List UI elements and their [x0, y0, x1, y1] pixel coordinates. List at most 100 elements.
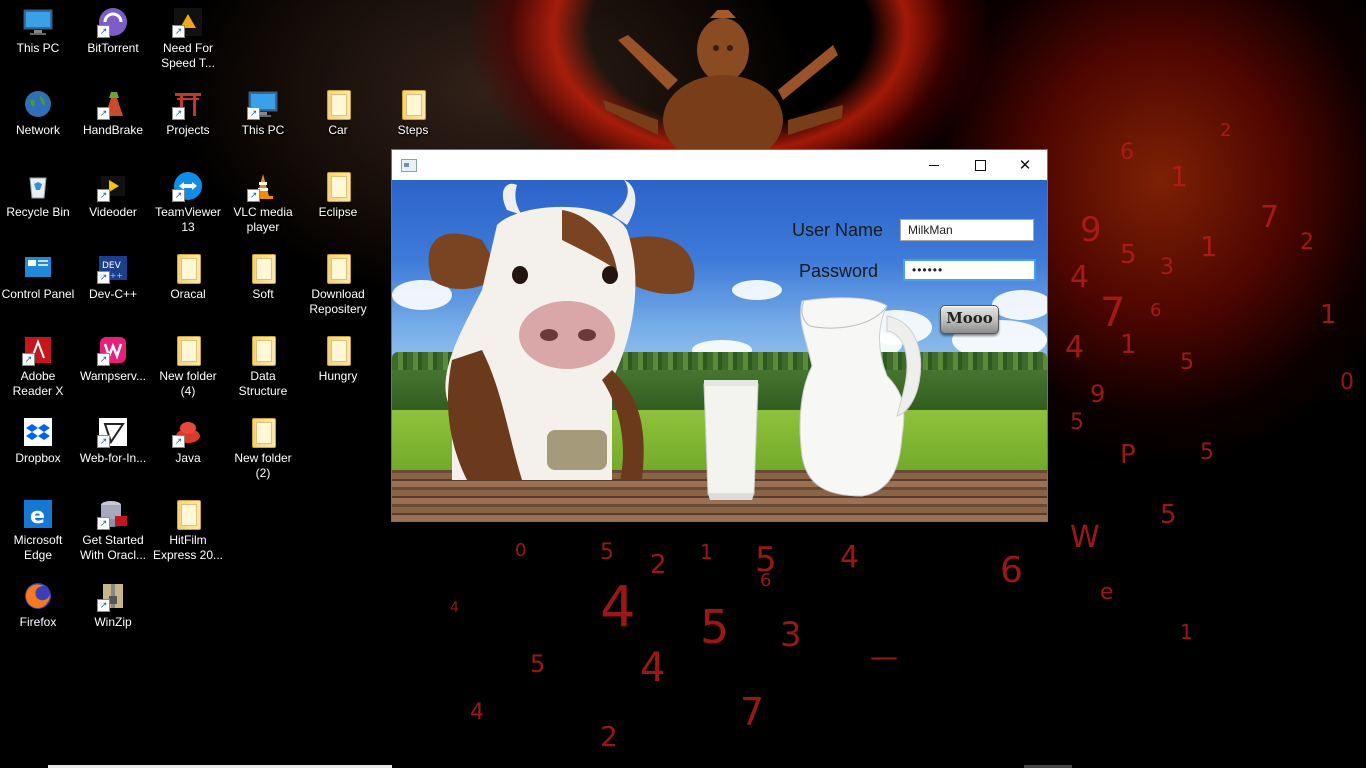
desktop-icon-label: New folder (2)	[234, 451, 292, 480]
desktop-icon[interactable]: Soft	[225, 246, 301, 302]
desktop-icon[interactable]: Control Panel	[0, 246, 76, 302]
desktop-icon[interactable]: ↗ This PC	[225, 82, 301, 138]
desktop-icon[interactable]: ↗ Java	[150, 410, 226, 466]
desktop-icon[interactable]: ↗ WinZip	[75, 574, 151, 630]
minimize-button[interactable]	[911, 150, 957, 180]
desktop-icon[interactable]: DEV C++ ↗ Dev-C++	[75, 246, 151, 302]
username-input[interactable]: MilkMan	[900, 219, 1034, 241]
folder-icon	[397, 88, 429, 120]
handbrake-icon: ↗	[97, 88, 129, 120]
shortcut-arrow-icon: ↗	[22, 353, 35, 366]
wampserver-icon: ↗	[97, 334, 129, 366]
close-icon: ✕	[1018, 156, 1032, 174]
monitor-icon: ↗	[247, 88, 279, 120]
torii-icon: ↗	[172, 88, 204, 120]
desktop-icon[interactable]: ↗ Projects	[150, 82, 226, 138]
folder-icon	[247, 252, 279, 284]
desktop-icon-label: Need For Speed T...	[161, 41, 215, 70]
shortcut-arrow-icon: ↗	[247, 107, 260, 120]
shortcut-arrow-icon: ↗	[97, 435, 110, 448]
winzip-icon: ↗	[97, 580, 129, 612]
desktop-icon[interactable]: Oracal	[150, 246, 226, 302]
desktop-icon-label: TeamViewer 13	[155, 205, 221, 234]
shortcut-arrow-icon: ↗	[172, 189, 185, 202]
desktop-icon[interactable]: This PC	[0, 0, 76, 56]
desktop-icon-label: Eclipse	[318, 205, 358, 219]
login-window: ✕ User Name MilkMan Password •••••• Mooo	[391, 149, 1048, 522]
desktop-icon-label: Steps	[397, 123, 429, 137]
desktop-icon-label: Control Panel	[1, 287, 75, 301]
cow-image	[428, 180, 695, 480]
web-app-icon: ↗	[97, 416, 129, 448]
shortcut-arrow-icon: ↗	[97, 107, 110, 120]
desktop-icon[interactable]: ↗ Videoder	[75, 164, 151, 220]
adobe-reader-icon: ↗	[22, 334, 54, 366]
folder-icon	[322, 170, 354, 202]
java-icon: ↗	[172, 416, 204, 448]
desktop-icon[interactable]: HitFilm Express 20...	[150, 492, 226, 563]
login-panel: User Name MilkMan Password •••••• Mooo	[392, 180, 1047, 521]
shortcut-arrow-icon: ↗	[97, 189, 110, 202]
desktop-icon-label: Soft	[252, 287, 274, 301]
folder-icon	[322, 252, 354, 284]
desktop-icon[interactable]: ↗ Wampserv...	[75, 328, 151, 384]
desktop-icon-label: Network	[15, 123, 60, 137]
desktop-icon-label: This PC	[241, 123, 285, 137]
maximize-button[interactable]	[957, 150, 1003, 180]
desktop-icon-label: Data Structure	[238, 369, 288, 398]
game-icon: ↗	[172, 6, 204, 38]
folder-icon	[322, 334, 354, 366]
desktop-icon[interactable]: ↗ BitTorrent	[75, 0, 151, 56]
desktop-icon-label: Oracal	[170, 287, 206, 301]
folder-icon	[247, 334, 279, 366]
desktop-icon[interactable]: e Microsoft Edge	[0, 492, 76, 563]
svg-text:e: e	[30, 504, 45, 529]
desktop-icon[interactable]: ↗ TeamViewer 13	[150, 164, 226, 235]
folder-icon	[172, 252, 204, 284]
desktop-icon[interactable]: ↗ Adobe Reader X	[0, 328, 76, 399]
videoder-icon: ↗	[97, 170, 129, 202]
teamviewer-icon: ↗	[172, 170, 204, 202]
desktop-icon-label: Firefox	[19, 615, 57, 629]
desktop-icon[interactable]: Car	[300, 82, 376, 138]
desktop-icon-label: Hungry	[318, 369, 358, 383]
desktop-icon[interactable]: ↗ Need For Speed T...	[150, 0, 226, 71]
desktop-icon-label: Dev-C++	[88, 287, 138, 301]
desktop-icon[interactable]: Steps	[375, 82, 451, 138]
desktop-icon-label: HandBrake	[82, 123, 144, 137]
desktop-icon-label: HitFilm Express 20...	[152, 533, 224, 562]
folder-icon	[172, 334, 204, 366]
recycle-bin-icon	[22, 170, 54, 202]
desktop-icon[interactable]: ↗ VLC media player	[225, 164, 301, 235]
username-label: User Name	[792, 220, 884, 240]
desktop-icon[interactable]: Hungry	[300, 328, 376, 384]
desktop-icon[interactable]: Network	[0, 82, 76, 138]
shortcut-arrow-icon: ↗	[97, 271, 110, 284]
desktop-icon[interactable]: ↗ Get Started With Oracl...	[75, 492, 151, 563]
desktop-icon[interactable]: Data Structure	[225, 328, 301, 399]
password-input[interactable]: ••••••	[903, 259, 1036, 281]
folder-icon	[322, 88, 354, 120]
desktop-icon[interactable]: New folder (2)	[225, 410, 301, 481]
desktop-icon-label: This PC	[16, 41, 60, 55]
desktop-icon[interactable]: ↗ Web-for-In...	[75, 410, 151, 466]
desktop-icon-label: WinZip	[94, 615, 132, 629]
desktop-icon-label: Adobe Reader X	[12, 369, 64, 398]
desktop-icon[interactable]: Firefox	[0, 574, 76, 630]
desktop-icon[interactable]: Download Repositery	[300, 246, 376, 317]
mooo-login-button[interactable]: Mooo	[940, 305, 999, 334]
desktop-icon[interactable]: New folder (4)	[150, 328, 226, 399]
password-label: Password	[799, 261, 879, 281]
desktop-icon[interactable]: Recycle Bin	[0, 164, 76, 220]
close-button[interactable]: ✕	[1002, 150, 1048, 180]
monitor-icon	[22, 6, 54, 38]
desktop-icon[interactable]: Dropbox	[0, 410, 76, 466]
firefox-icon	[22, 580, 54, 612]
desktop-icon[interactable]: ↗ HandBrake	[75, 82, 151, 138]
title-bar[interactable]: ✕	[392, 150, 1047, 180]
cloud	[732, 280, 782, 300]
bittorrent-icon: ↗	[97, 6, 129, 38]
desktop-icon[interactable]: Eclipse	[300, 164, 376, 220]
desktop-icon-label: VLC media player	[233, 205, 293, 234]
desktop-icon-label: Recycle Bin	[6, 205, 70, 219]
